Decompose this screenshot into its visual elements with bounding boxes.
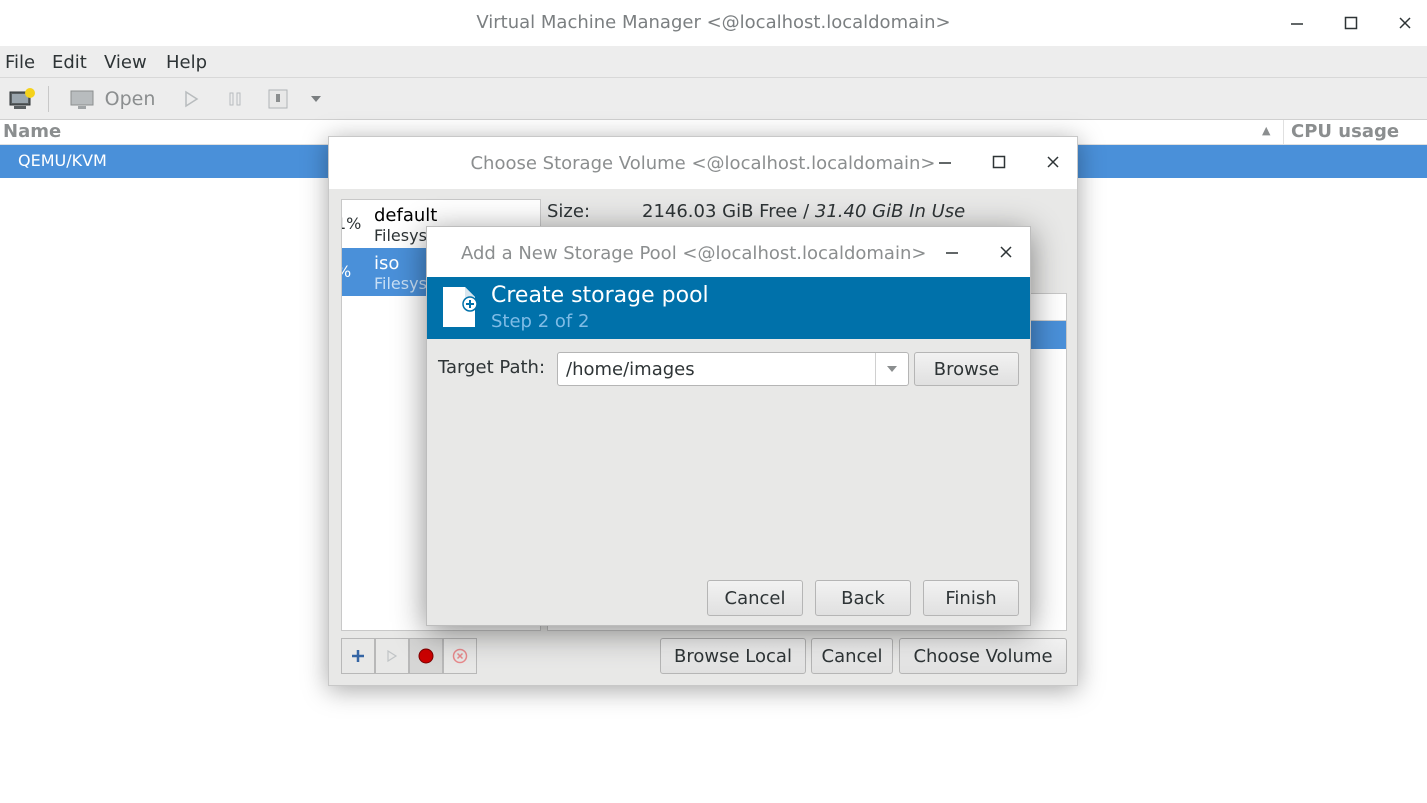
pool-name: default <box>374 205 438 226</box>
column-name[interactable]: Name <box>3 121 61 142</box>
new-document-icon <box>443 287 478 327</box>
run-button[interactable] <box>178 78 204 120</box>
new-vm-icon <box>9 88 35 109</box>
pool-usage-percent: 1% <box>342 214 362 233</box>
delete-icon <box>452 648 468 664</box>
close-icon <box>1047 156 1059 168</box>
sort-ascending-icon: ▲ <box>1262 124 1271 137</box>
maximize-button[interactable] <box>1336 8 1366 38</box>
maximize-icon <box>992 155 1006 169</box>
minimize-icon <box>1291 23 1303 25</box>
pause-button[interactable] <box>222 78 248 120</box>
menubar: File Edit View Help <box>0 46 1427 78</box>
menu-file[interactable]: File <box>5 52 35 73</box>
add-storage-pool-dialog: Add a New Storage Pool <@localhost.local… <box>426 226 1031 626</box>
plus-icon <box>352 650 364 662</box>
maximize-icon <box>1344 16 1358 30</box>
play-icon <box>387 649 398 663</box>
size-value: 2146.03 GiB Free / 31.40 GiB In Use <box>642 201 965 222</box>
start-pool-button[interactable] <box>375 638 409 674</box>
back-button[interactable]: Back <box>815 580 911 616</box>
size-in-use: 31.40 GiB In Use <box>814 201 966 222</box>
size-label: Size: <box>547 201 591 222</box>
main-titlebar: Virtual Machine Manager <@localhost.loca… <box>0 0 1427 46</box>
close-icon <box>1000 246 1012 258</box>
browse-local-button[interactable]: Browse Local <box>660 638 806 674</box>
connection-name: QEMU/KVM <box>18 151 107 170</box>
size-free: 2146.03 GiB Free / <box>642 201 815 222</box>
wizard-title: Create storage pool <box>491 283 709 308</box>
target-path-input[interactable] <box>558 353 875 385</box>
dialog-minimize-button[interactable] <box>937 237 967 267</box>
dialog-close-button[interactable] <box>991 237 1021 267</box>
play-icon <box>185 90 199 108</box>
cancel-button[interactable]: Cancel <box>707 580 803 616</box>
menu-edit[interactable]: Edit <box>52 52 87 73</box>
pool-action-buttons <box>341 638 477 674</box>
browse-button[interactable]: Browse <box>914 352 1019 386</box>
new-vm-button[interactable] <box>4 78 40 120</box>
main-toolbar: Open <box>0 78 1427 120</box>
main-window-title: Virtual Machine Manager <@localhost.loca… <box>476 12 951 33</box>
pool-usage-percent: % <box>342 262 351 281</box>
shutdown-button[interactable] <box>264 78 292 120</box>
chevron-down-icon <box>887 366 897 372</box>
dialog-maximize-button[interactable] <box>984 147 1014 177</box>
column-divider <box>1283 120 1284 145</box>
target-path-dropdown[interactable] <box>875 353 908 385</box>
finish-button[interactable]: Finish <box>923 580 1019 616</box>
add-pool-button[interactable] <box>341 638 375 674</box>
wizard-banner: Create storage pool Step 2 of 2 <box>427 277 1030 339</box>
target-path-combo <box>557 352 909 386</box>
dialog-titlebar: Choose Storage Volume <@localhost.locald… <box>329 137 1077 189</box>
wizard-step: Step 2 of 2 <box>491 311 590 332</box>
target-path-label: Target Path: <box>438 357 546 378</box>
minimize-button[interactable] <box>1282 8 1312 38</box>
close-icon <box>1399 17 1411 29</box>
menu-view[interactable]: View <box>104 52 147 73</box>
column-cpu-usage[interactable]: CPU usage <box>1291 121 1399 142</box>
menu-help[interactable]: Help <box>166 52 207 73</box>
dialog-titlebar: Add a New Storage Pool <@localhost.local… <box>427 227 1030 277</box>
monitor-icon <box>70 90 94 109</box>
delete-pool-button[interactable] <box>443 638 477 674</box>
close-button[interactable] <box>1390 8 1420 38</box>
stop-record-icon <box>418 648 434 664</box>
shutdown-icon <box>268 89 288 109</box>
minimize-icon <box>946 252 958 254</box>
dialog-title: Add a New Storage Pool <@localhost.local… <box>461 243 927 264</box>
dialog-minimize-button[interactable] <box>930 147 960 177</box>
pool-name: iso <box>374 253 400 274</box>
dialog-close-button[interactable] <box>1038 147 1068 177</box>
stop-pool-button[interactable] <box>409 638 443 674</box>
cancel-button[interactable]: Cancel <box>811 638 893 674</box>
pause-icon <box>229 92 241 106</box>
shutdown-menu-button[interactable] <box>306 78 326 120</box>
chevron-down-icon <box>311 96 321 102</box>
choose-volume-button[interactable]: Choose Volume <box>899 638 1067 674</box>
minimize-icon <box>939 162 951 164</box>
open-label: Open <box>104 88 156 110</box>
open-button[interactable]: Open <box>62 78 162 120</box>
dialog-title: Choose Storage Volume <@localhost.locald… <box>470 153 936 174</box>
toolbar-separator <box>48 86 49 112</box>
